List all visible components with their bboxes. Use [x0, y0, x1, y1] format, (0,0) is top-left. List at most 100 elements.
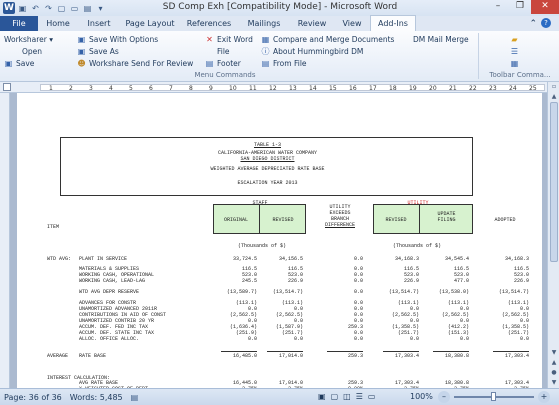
row-value: (13,589.7) [226, 289, 257, 295]
proofing-icon[interactable]: ▤ [127, 393, 143, 402]
sum-rule [221, 351, 257, 352]
dm-mail-merge-button[interactable]: DM Mail Merge [413, 34, 469, 45]
document-page[interactable]: TABLE 1-3 CALIFORNIA-AMERICAN WATER COMP… [17, 93, 542, 388]
row-value: 0.0 [293, 336, 303, 342]
table-subtitle: WEIGHTED AVERAGE DEPRECIATED RATE BASE [210, 166, 325, 172]
help-icon[interactable]: ? [541, 18, 551, 28]
tab-home[interactable]: Home [38, 16, 78, 31]
adopted-header: ADOPTED [494, 217, 516, 223]
ruler-toggle-icon[interactable]: ▫ [549, 82, 559, 92]
save-button[interactable]: ▣ Save [4, 58, 35, 69]
zoom-slider-thumb[interactable] [491, 392, 496, 401]
word-app-icon[interactable]: W [3, 2, 15, 14]
worksharer-menu[interactable]: Worksharer ▾ [4, 34, 53, 45]
tab-add-ins[interactable]: Add-Ins [370, 15, 416, 31]
page-count[interactable]: Page: 36 of 36 [0, 393, 66, 402]
title-bar: W ▣ ↶ ↷ ▢ ▭ ▤ ▾ SD Comp Exh [Compatibili… [0, 0, 559, 16]
row-value: (13,514.7) [498, 289, 529, 295]
ruler-number: 3 [89, 85, 93, 92]
ruler-number: 19 [409, 85, 417, 92]
utility-exceeds-4: DIFFERENCE [324, 222, 355, 228]
customize-qat-icon[interactable]: ▾ [95, 3, 106, 14]
full-screen-icon[interactable]: ▢ [331, 392, 339, 401]
district-name: SAN DIEGO DISTRICT [240, 156, 295, 162]
toolbar-list-button[interactable]: ☰ [510, 46, 519, 57]
tab-view[interactable]: View [334, 16, 370, 31]
previous-page-button[interactable]: ▲ [549, 358, 559, 368]
row-value: 17,303.4 [504, 353, 529, 359]
zoom-in-button[interactable]: + [538, 391, 550, 403]
footer-button[interactable]: ▤ Footer [205, 58, 241, 69]
close-button[interactable]: ✕ [531, 0, 559, 14]
print-layout-icon[interactable]: ▣ [318, 392, 326, 401]
revised-header: REVISED [272, 217, 294, 223]
save-with-options-button[interactable]: ▣ Save With Options [77, 34, 158, 45]
vertical-ruler[interactable] [0, 93, 10, 388]
toolbar-table-button[interactable]: ▦ [510, 58, 519, 69]
about-hummingbird-button[interactable]: ⓘ About Hummingbird DM [261, 46, 364, 57]
row-value: 226.9 [287, 278, 303, 284]
undo-icon[interactable]: ↶ [30, 3, 41, 14]
from-file-button[interactable]: ▤ From File [261, 58, 307, 69]
toolbar-folder-button[interactable]: ▰ [510, 34, 519, 45]
table-title: TABLE 1-3 [253, 142, 281, 148]
folder-icon: ▰ [511, 35, 518, 44]
zoom-level[interactable]: 100% [410, 392, 433, 401]
thousands-left: (Thousands of $) [237, 243, 286, 249]
ruler-number: 22 [469, 85, 477, 92]
tab-insert[interactable]: Insert [78, 16, 120, 31]
ruler-number: 7 [169, 85, 173, 92]
tab-mailings[interactable]: Mailings [238, 16, 290, 31]
ruler-number: 2 [69, 85, 73, 92]
ruler-number: 20 [429, 85, 437, 92]
open-button[interactable]: Open [22, 46, 42, 57]
ribbon-tabs: File Home Insert Page Layout References … [0, 15, 559, 31]
minimize-ribbon-icon[interactable]: ⌃ [529, 19, 537, 29]
horizontal-ruler[interactable]: 1 2 3 4 5 6 7 8 9 10 11 12 13 14 15 16 17 18 19 20 21 22 23 24 2… [0, 82, 559, 93]
word-count[interactable]: Words: 5,485 [66, 393, 127, 402]
compare-merge-button[interactable]: ▦ Compare and Merge Documents [261, 34, 395, 45]
row-value: 0.0 [409, 336, 419, 342]
row-value: 34,168.3 [504, 256, 529, 262]
revised2-header: REVISED [385, 217, 407, 223]
menu-commands-group-label: Menu Commands [194, 71, 256, 79]
scroll-up-button[interactable]: ▲ [549, 92, 559, 102]
outline-icon[interactable]: ☰ [356, 392, 363, 401]
tab-file[interactable]: File [0, 16, 38, 31]
thousands-right: (Thousands of $) [392, 243, 441, 249]
vertical-scrollbar[interactable]: ▫ ▲ ▼ ▲ ● ▼ [547, 82, 559, 388]
document-area: TABLE 1-3 CALIFORNIA-AMERICAN WATER COMP… [0, 93, 547, 388]
save-icon[interactable]: ▣ [17, 3, 28, 14]
scroll-down-button[interactable]: ▼ [549, 348, 559, 358]
tab-page-layout[interactable]: Page Layout [120, 16, 180, 31]
zoom-out-button[interactable]: – [438, 391, 450, 403]
tab-selector-icon[interactable] [3, 83, 11, 91]
new-doc-icon[interactable]: ▢ [56, 3, 67, 14]
print-icon[interactable]: ▤ [82, 3, 93, 14]
file-button[interactable]: File [217, 46, 230, 57]
next-page-button[interactable]: ▼ [549, 378, 559, 388]
row-value: (13,538.0) [438, 289, 469, 295]
ruler-number: 18 [389, 85, 397, 92]
scroll-thumb[interactable] [550, 102, 558, 262]
save-as-button[interactable]: ▣ Save As [77, 46, 119, 57]
web-layout-icon[interactable]: ◫ [343, 392, 351, 401]
minimize-button[interactable]: – [487, 0, 509, 14]
ruler-number: 17 [369, 85, 377, 92]
exit-word-button[interactable]: ✕ Exit Word [205, 34, 253, 45]
ruler-track[interactable]: 1 2 3 4 5 6 7 8 9 10 11 12 13 14 15 16 17 18 19 20 21 22 23 24 2… [40, 84, 545, 92]
open-icon[interactable]: ▭ [69, 3, 80, 14]
draft-icon[interactable]: ▭ [368, 392, 376, 401]
save-options-icon: ▣ [77, 35, 86, 44]
row-value: 0.0 [353, 336, 363, 342]
workshare-send-button[interactable]: ☻ Workshare Send For Review [77, 58, 193, 69]
row-value: (13,514.7) [388, 289, 419, 295]
browse-object-button[interactable]: ● [549, 368, 559, 378]
tab-references[interactable]: References [180, 16, 238, 31]
quick-access-toolbar: W ▣ ↶ ↷ ▢ ▭ ▤ ▾ [0, 2, 106, 14]
row-value: 34,545.4 [444, 256, 469, 262]
tab-review[interactable]: Review [290, 16, 334, 31]
from-file-icon: ▤ [261, 59, 270, 68]
restore-button[interactable]: ❐ [509, 0, 531, 14]
redo-icon[interactable]: ↷ [43, 3, 54, 14]
